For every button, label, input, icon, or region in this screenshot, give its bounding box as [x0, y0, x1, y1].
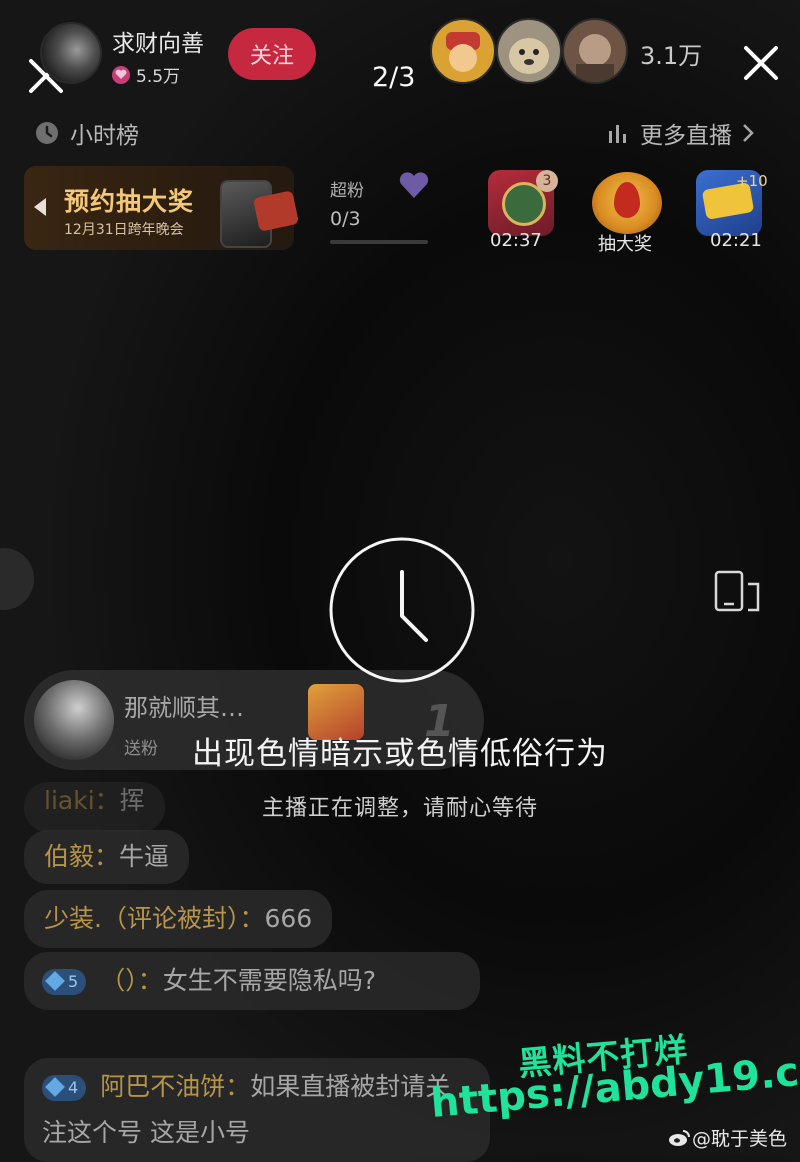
viewer-count: 3.1万	[640, 42, 703, 70]
chat-username[interactable]: 伯毅：	[44, 842, 119, 871]
pause-reason-subtitle: 主播正在调整，请耐心等待	[261, 796, 538, 821]
level-badge: 5	[42, 969, 87, 995]
chat-message[interactable]: 伯毅：牛逼	[24, 830, 190, 884]
chevron-left-icon[interactable]	[34, 198, 46, 216]
pause-reason-title: 出现色情暗示或色情低俗行为	[192, 736, 608, 772]
level-number: 4	[68, 1078, 79, 1097]
gem-icon	[45, 971, 65, 991]
weibo-credit: @耽于美色	[668, 1124, 787, 1151]
chat-text: 牛逼	[119, 842, 170, 871]
host-avatar[interactable]	[40, 22, 102, 84]
gift-sender-name: 那就顺其…	[124, 694, 244, 722]
heart-icon	[112, 65, 130, 84]
chevron-right-icon	[743, 124, 754, 142]
gift-tag-image	[252, 190, 300, 232]
page-indicator: 2/3	[372, 62, 416, 93]
lottery-label: 抽大奖	[598, 234, 652, 255]
chat-username[interactable]: 阿巴不油饼：	[100, 1072, 250, 1101]
task-countdown: 02:21	[710, 230, 762, 251]
more-live-label: 更多直播	[640, 123, 732, 149]
chat-username[interactable]: （）：	[100, 966, 163, 995]
chat-message[interactable]: 少装.（评论被封）：666	[24, 890, 333, 948]
host-name[interactable]: 求财向善	[112, 24, 204, 58]
viewer-avatar[interactable]	[496, 18, 562, 84]
viewer-avatar[interactable]	[562, 18, 628, 84]
follow-button[interactable]: 关注	[228, 28, 316, 80]
weibo-handle: @耽于美色	[692, 1128, 788, 1150]
heart-icon[interactable]	[398, 170, 430, 200]
clock-icon	[329, 537, 475, 683]
gem-icon	[45, 1077, 65, 1097]
level-number: 5	[68, 972, 79, 991]
flame-icon	[614, 182, 640, 218]
host-likes: 5.5万	[112, 62, 180, 87]
level-badge: 4	[42, 1075, 87, 1101]
chat-text: 女生不需要隐私吗?	[162, 966, 376, 995]
superfan-progress-bar	[330, 240, 428, 244]
superfan-progress: 0/3	[330, 208, 361, 230]
hour-rank-label: 小时榜	[70, 123, 139, 149]
chat-message[interactable]: 4 阿巴不油饼：如果直播被封请关注这个号 这是小号	[24, 1058, 490, 1162]
host-likes-count: 5.5万	[136, 67, 181, 87]
lucky-draw-card[interactable]: 预约抽大奖 12月31日跨年晚会	[24, 166, 300, 250]
weibo-icon	[669, 1129, 690, 1146]
task-badge: 3	[536, 170, 558, 192]
hour-rank-link[interactable]: 小时榜	[34, 116, 139, 150]
more-live-link[interactable]: 更多直播	[606, 116, 754, 150]
task-countdown: 02:37	[490, 230, 542, 251]
viewer-avatar[interactable]	[430, 18, 496, 84]
side-panel-handle[interactable]	[0, 548, 34, 610]
draw-subtitle: 12月31日跨年晚会	[64, 222, 184, 238]
clock-small-icon	[36, 122, 58, 144]
lottery-wheel-task[interactable]	[592, 172, 662, 234]
bonus-plus: +10	[736, 172, 768, 190]
screen-rotate-icon[interactable]	[714, 570, 764, 614]
chat-text: 666	[264, 904, 313, 933]
close-icon[interactable]	[742, 44, 780, 82]
draw-title: 预约抽大奖	[64, 187, 195, 216]
chat-username[interactable]: 少装.（评论被封）：	[44, 904, 264, 933]
superfan-label: 超粉	[330, 181, 364, 201]
bar-chart-icon	[609, 125, 626, 143]
chat-message[interactable]: 5 （）：女生不需要隐私吗?	[24, 952, 480, 1010]
